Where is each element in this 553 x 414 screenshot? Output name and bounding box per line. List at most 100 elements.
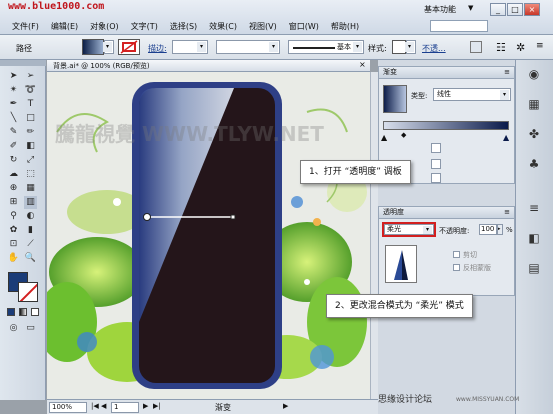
menu-window[interactable]: 窗口(W): [283, 21, 325, 33]
direct-selection-tool-icon[interactable]: ➢: [24, 70, 37, 83]
brush-style-dropdown[interactable]: 基本 ▾: [288, 40, 364, 54]
gradient-mode-button[interactable]: [19, 308, 27, 316]
gradient-position-field[interactable]: [431, 173, 441, 183]
layers-panel-icon[interactable]: ▤: [526, 260, 542, 276]
workspace-switcher[interactable]: 基本功能: [424, 4, 456, 15]
pencil-tool-icon[interactable]: ✏: [24, 126, 37, 139]
stroke-panel-icon[interactable]: ≡: [526, 200, 542, 216]
recolor-artwork-icon[interactable]: [470, 41, 482, 53]
menu-help[interactable]: 帮助(H): [325, 21, 365, 33]
transparency-panel-header[interactable]: 透明度 ≡: [379, 207, 514, 219]
graphic-style-swatch[interactable]: [392, 40, 406, 54]
hand-tool-icon[interactable]: ✋: [7, 252, 20, 265]
transparency-panel-menu-icon[interactable]: ≡: [504, 207, 510, 218]
stroke-label[interactable]: 描边:: [148, 43, 167, 54]
screen-mode-icon[interactable]: ▭: [24, 322, 37, 335]
pen-tool-icon[interactable]: ✒: [7, 98, 20, 111]
swatches-panel-icon[interactable]: ▦: [526, 96, 542, 112]
paintbrush-tool-icon[interactable]: ✎: [7, 126, 20, 139]
zoom-tool-icon[interactable]: 🔍: [24, 252, 37, 265]
gradient-slider[interactable]: [383, 121, 509, 130]
menu-object[interactable]: 对象(O): [84, 21, 125, 33]
stroke-weight-field[interactable]: ▾: [172, 40, 208, 54]
artboard-number-field[interactable]: 1: [111, 402, 139, 413]
column-graph-tool-icon[interactable]: ▮: [24, 224, 37, 237]
gradient-preview-swatch[interactable]: [383, 85, 407, 113]
free-transform-tool-icon[interactable]: ⬚: [24, 168, 37, 181]
prev-artboard-icon[interactable]: ◀: [101, 402, 106, 410]
gradient-start-handle[interactable]: [143, 213, 151, 221]
first-artboard-icon[interactable]: |◀: [91, 402, 99, 410]
mesh-tool-icon[interactable]: ⊞: [7, 196, 20, 209]
eyedropper-tool-icon[interactable]: ⚲: [7, 210, 20, 223]
menu-type[interactable]: 文字(T): [125, 21, 164, 33]
selection-tool-icon[interactable]: ➤: [7, 70, 20, 83]
vertical-scrollbar[interactable]: [370, 72, 378, 399]
gradient-type-dropdown[interactable]: 线性 ▾: [433, 88, 511, 101]
stroke-color-box[interactable]: [18, 282, 38, 302]
blend-mode-dropdown[interactable]: 柔光 ▾: [384, 224, 434, 235]
graphic-style-dropdown[interactable]: ▾: [405, 40, 416, 54]
menu-file[interactable]: 文件(F): [6, 21, 45, 33]
draw-mode-icon[interactable]: ◎: [7, 322, 20, 335]
menu-view[interactable]: 视图(V): [243, 21, 283, 33]
fill-dropdown[interactable]: ▾: [103, 40, 114, 54]
symbols-panel-icon[interactable]: ♣: [526, 156, 542, 172]
color-panel-icon[interactable]: ◉: [526, 66, 542, 82]
opacity-input[interactable]: 100: [479, 224, 497, 235]
gradient-panel-menu-icon[interactable]: ≡: [504, 67, 510, 78]
gradient-stop-left[interactable]: ▲: [381, 133, 387, 142]
artboard-canvas[interactable]: 騰龍視覺 WWW.TLYW.NET: [47, 72, 370, 399]
menu-select[interactable]: 选择(S): [164, 21, 203, 33]
minimize-button[interactable]: _: [490, 3, 506, 16]
clip-checkbox[interactable]: [453, 251, 460, 258]
workspace-dropdown-icon[interactable]: ▼: [468, 4, 473, 12]
fill-swatch[interactable]: [82, 39, 104, 55]
scale-tool-icon[interactable]: ⤢: [24, 154, 37, 167]
align-options-icon[interactable]: ☷: [496, 41, 506, 54]
search-input[interactable]: [430, 20, 488, 32]
color-mode-button[interactable]: [7, 308, 15, 316]
menu-effect[interactable]: 效果(C): [203, 21, 243, 33]
lasso-tool-icon[interactable]: ➰: [24, 84, 37, 97]
zoom-field[interactable]: 100%: [49, 402, 87, 413]
eraser-tool-icon[interactable]: ◧: [24, 140, 37, 153]
type-tool-icon[interactable]: T: [24, 98, 37, 111]
symbol-sprayer-tool-icon[interactable]: ✿: [7, 224, 20, 237]
status-menu-icon[interactable]: ▶: [283, 402, 288, 410]
none-mode-button[interactable]: [31, 308, 39, 316]
stroke-swatch[interactable]: [118, 39, 140, 55]
panel-menu-icon[interactable]: ≡: [536, 41, 544, 51]
brushes-panel-icon[interactable]: ✤: [526, 126, 542, 142]
blob-brush-tool-icon[interactable]: ✐: [7, 140, 20, 153]
slice-tool-icon[interactable]: ⟋: [24, 238, 37, 251]
warp-tool-icon[interactable]: ☁: [7, 168, 20, 181]
tools-grip[interactable]: [0, 60, 46, 66]
maximize-button[interactable]: □: [507, 3, 523, 16]
rotate-tool-icon[interactable]: ↻: [7, 154, 20, 167]
gradient-location-field[interactable]: [431, 143, 441, 153]
artboard-tool-icon[interactable]: ⊡: [7, 238, 20, 251]
next-artboard-icon[interactable]: ▶: [143, 402, 148, 410]
object-thumbnail[interactable]: [385, 245, 417, 283]
gradient-end-handle[interactable]: [230, 214, 236, 220]
perspective-grid-tool-icon[interactable]: ▦: [24, 182, 37, 195]
isolate-icon[interactable]: ✲: [516, 41, 525, 54]
blend-tool-icon[interactable]: ◐: [24, 210, 37, 223]
invert-mask-checkbox[interactable]: [453, 264, 460, 271]
variable-width-dropdown[interactable]: ▾: [216, 40, 280, 54]
magic-wand-tool-icon[interactable]: ✴: [7, 84, 20, 97]
close-button[interactable]: ×: [524, 3, 540, 16]
gradient-tool-icon[interactable]: ▥: [24, 196, 37, 209]
gradient-stop-right[interactable]: ▲: [503, 133, 509, 142]
gradient-panel-header[interactable]: 渐变 ≡: [379, 67, 514, 79]
document-close-icon[interactable]: ×: [359, 60, 366, 69]
gradient-midpoint-icon[interactable]: ◆: [401, 131, 406, 139]
gradient-opacity-field[interactable]: [431, 159, 441, 169]
opacity-dropdown-icon[interactable]: ▸: [497, 224, 503, 235]
document-tab[interactable]: 背景.ai* @ 100% (RGB/预览) ×: [47, 60, 370, 72]
line-tool-icon[interactable]: ╲: [7, 112, 20, 125]
appearance-panel-icon[interactable]: ◧: [526, 230, 542, 246]
menu-edit[interactable]: 编辑(E): [45, 21, 84, 33]
rectangle-tool-icon[interactable]: □: [24, 112, 37, 125]
